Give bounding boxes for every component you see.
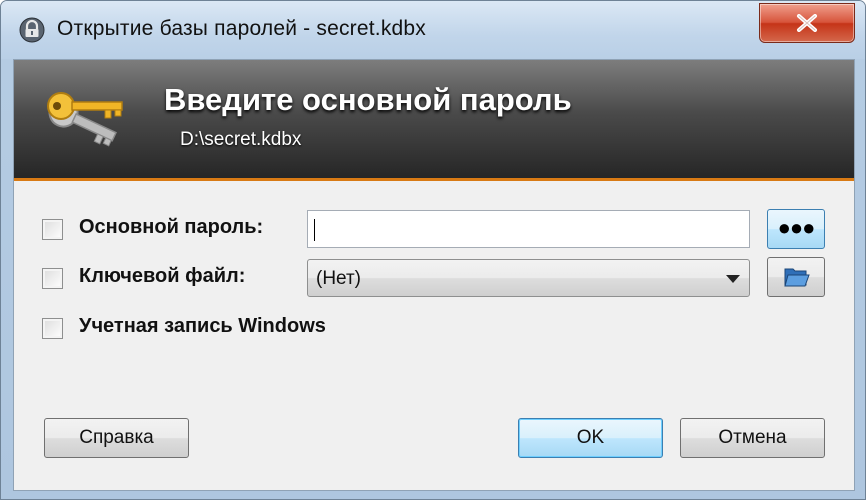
chevron-down-icon — [726, 275, 740, 283]
dialog-window: Открытие базы паролей - secret.kdbx Введ… — [0, 0, 866, 500]
folder-open-icon — [784, 268, 810, 287]
windows-account-checkbox[interactable] — [42, 318, 63, 339]
key-file-label: Ключевой файл: — [79, 265, 246, 287]
master-password-input[interactable] — [307, 210, 750, 248]
browse-key-file-button[interactable] — [767, 257, 825, 297]
database-path: D:\secret.kdbx — [180, 129, 302, 150]
banner-title: Введите основной пароль — [164, 82, 572, 117]
master-password-checkbox[interactable] — [42, 219, 63, 240]
show-password-button[interactable]: ●●● — [767, 209, 825, 249]
dialog-content: Введите основной пароль D:\secret.kdbx О… — [13, 59, 855, 491]
key-icon — [39, 82, 139, 157]
windows-account-label: Учетная запись Windows — [79, 315, 326, 337]
window-title: Открытие базы паролей - secret.kdbx — [57, 17, 426, 40]
key-file-selected-value: (Нет) — [316, 268, 362, 289]
key-file-checkbox[interactable] — [42, 268, 63, 289]
ok-button[interactable]: OK — [518, 418, 663, 458]
title-bar[interactable]: Открытие базы паролей - secret.kdbx — [1, 1, 865, 59]
header-banner: Введите основной пароль D:\secret.kdbx — [14, 60, 854, 181]
close-button[interactable] — [759, 3, 855, 43]
help-button[interactable]: Справка — [44, 418, 189, 458]
text-caret — [314, 219, 315, 241]
key-file-select[interactable]: (Нет) — [307, 259, 750, 297]
master-password-label: Основной пароль: — [79, 216, 264, 238]
close-icon — [797, 14, 817, 32]
keepass-lock-icon — [19, 17, 45, 43]
cancel-button[interactable]: Отмена — [680, 418, 825, 458]
